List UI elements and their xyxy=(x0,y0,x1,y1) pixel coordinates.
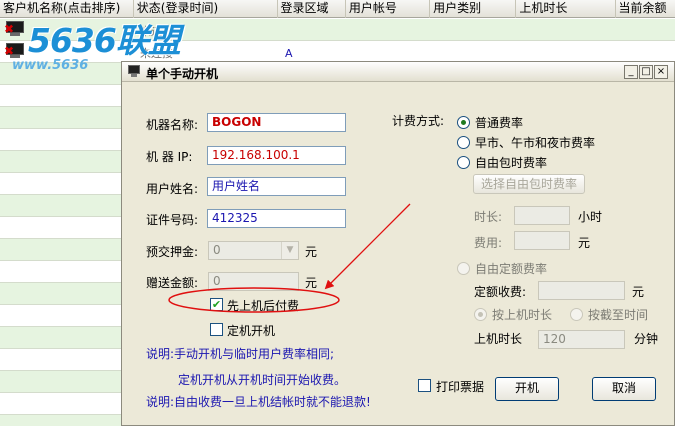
dialog-titlebar[interactable]: 单个手动开机 _ □ × xyxy=(122,62,674,82)
deposit-value: 0 xyxy=(213,243,221,257)
row-login-area: A xyxy=(285,47,293,60)
postpay-label: 先上机后付费 xyxy=(227,299,300,313)
fee-unit: 元 xyxy=(578,236,591,250)
watermark-url: www.5636 xyxy=(12,58,89,73)
fee-input[interactable] xyxy=(514,231,570,250)
billing-method-label: 计费方式: xyxy=(392,114,445,128)
by-end-time-label: 按截至时间 xyxy=(588,308,649,322)
column-user-account[interactable]: 用户帐号 xyxy=(346,0,431,18)
cancel-button[interactable]: 取消 xyxy=(592,377,656,401)
note-line-2: 定机开机从开机时间开始收费。 xyxy=(178,373,347,387)
note-line-1: 说明:手动开机与临时用户费率相同; xyxy=(146,347,335,361)
timed-start-checkbox[interactable] xyxy=(210,323,223,336)
by-duration-label: 按上机时长 xyxy=(492,308,553,322)
minimize-button[interactable]: _ xyxy=(624,65,638,79)
gift-amount-unit: 元 xyxy=(305,276,318,290)
start-button[interactable]: 开机 xyxy=(495,377,559,401)
watermark-logo: 5636联盟 xyxy=(28,21,181,60)
radio-fixed-rate[interactable] xyxy=(457,262,470,275)
session-length-unit: 分钟 xyxy=(634,332,659,346)
session-length-input[interactable]: 120 xyxy=(538,330,625,349)
gift-amount-label: 赠送金额: xyxy=(146,276,199,290)
column-user-category[interactable]: 用户类别 xyxy=(430,0,517,18)
client-offline-icon: ✖ xyxy=(4,43,26,59)
duration-unit: 小时 xyxy=(578,210,603,224)
deposit-select[interactable]: 0 ▼ xyxy=(208,241,299,260)
deposit-unit: 元 xyxy=(305,245,318,259)
radio-market-rate[interactable] xyxy=(457,136,470,149)
timed-start-label: 定机开机 xyxy=(227,324,276,338)
maximize-button[interactable]: □ xyxy=(639,65,653,79)
machine-name-label: 机器名称: xyxy=(146,118,199,132)
market-rate-label: 早市、午市和夜市费率 xyxy=(475,136,596,150)
ip-label: 机 器 IP: xyxy=(146,150,193,164)
id-number-input[interactable]: 412325 xyxy=(207,209,346,228)
fixed-rate-label: 自由定额费率 xyxy=(475,262,548,276)
choose-package-button[interactable]: 选择自由包时费率 xyxy=(473,174,585,194)
radio-by-duration[interactable] xyxy=(474,308,487,321)
column-session-length[interactable]: 上机时长 xyxy=(516,0,616,18)
print-receipt-label: 打印票据 xyxy=(436,380,485,394)
normal-rate-label: 普通费率 xyxy=(475,116,524,130)
dialog-title: 单个手动开机 xyxy=(146,67,219,81)
duration-input[interactable] xyxy=(514,206,570,225)
gift-amount-input[interactable]: 0 xyxy=(208,272,299,291)
postpay-checkbox[interactable]: ✔ xyxy=(210,298,223,311)
ip-input[interactable]: 192.168.100.1 xyxy=(207,146,346,165)
fixed-fee-label: 定额收费: xyxy=(474,285,527,299)
session-length-label: 上机时长 xyxy=(474,332,523,346)
note-line-3: 说明:自由收费一旦上机结帐时就不能退款! xyxy=(146,395,371,409)
id-number-label: 证件号码: xyxy=(146,213,199,227)
user-name-input[interactable]: 用户姓名 xyxy=(207,177,346,196)
duration-label: 时长: xyxy=(474,210,503,224)
radio-normal-rate[interactable] xyxy=(457,116,470,129)
close-button[interactable]: × xyxy=(654,65,668,79)
chevron-down-icon[interactable]: ▼ xyxy=(281,242,298,259)
print-receipt-checkbox[interactable] xyxy=(418,379,431,392)
fee-label: 费用: xyxy=(474,236,503,250)
radio-by-end-time[interactable] xyxy=(570,308,583,321)
user-name-label: 用户姓名: xyxy=(146,182,199,196)
package-rate-label: 自由包时费率 xyxy=(475,156,548,170)
computer-icon xyxy=(126,65,142,79)
radio-package-rate[interactable] xyxy=(457,156,470,169)
fixed-fee-unit: 元 xyxy=(632,285,645,299)
deposit-label: 预交押金: xyxy=(146,245,199,259)
client-offline-icon: ✖ xyxy=(4,21,26,37)
column-login-area[interactable]: 登录区域 xyxy=(278,0,346,18)
machine-name-input[interactable]: BOGON xyxy=(207,113,346,132)
fixed-fee-input[interactable] xyxy=(538,281,625,300)
manual-start-dialog: 单个手动开机 _ □ × 机器名称: BOGON 机 器 IP: 192.168… xyxy=(121,61,675,426)
column-balance[interactable]: 当前余额 xyxy=(616,0,675,18)
